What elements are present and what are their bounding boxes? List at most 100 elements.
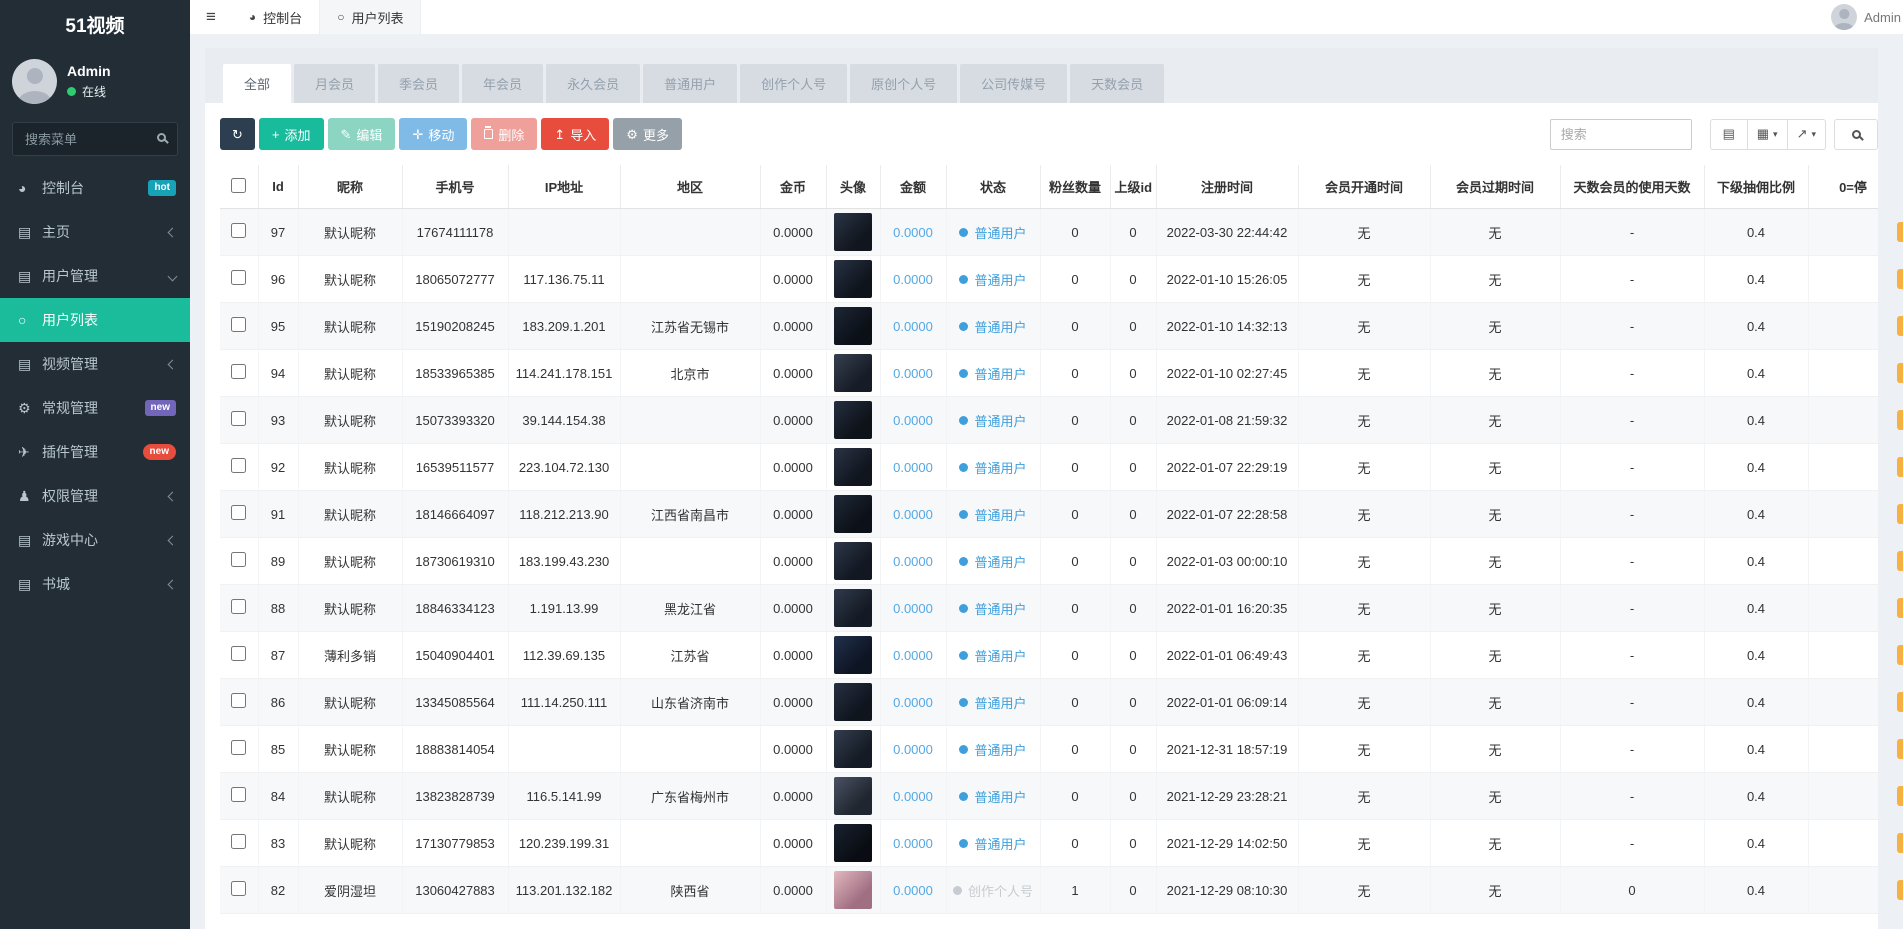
cell-amount-link[interactable]: 0.0000: [893, 742, 933, 757]
select-all-checkbox[interactable]: [231, 177, 247, 193]
move-button[interactable]: ✛ 移动: [399, 118, 468, 150]
topbar-tab[interactable]: ○ 用户列表: [319, 0, 422, 34]
sidebar-item-book-city[interactable]: ▤ 书城: [0, 562, 190, 606]
operate-button-clipped[interactable]: [1897, 551, 1903, 571]
avatar-thumbnail[interactable]: [834, 871, 872, 909]
column-header[interactable]: 会员开通时间: [1298, 165, 1431, 209]
avatar-thumbnail[interactable]: [834, 213, 872, 251]
more-button[interactable]: ⚙ 更多: [613, 118, 682, 150]
column-header[interactable]: 上级id: [1110, 165, 1157, 209]
row-checkbox[interactable]: [231, 411, 247, 426]
search-button[interactable]: [1834, 118, 1878, 150]
table-row[interactable]: 96 默认昵称 18065072777 117.136.75.11 0.0000…: [220, 255, 1878, 303]
filter-tab[interactable]: 天数会员: [1070, 64, 1165, 103]
filter-tab[interactable]: 普通用户: [643, 64, 738, 103]
search-icon[interactable]: [157, 133, 166, 142]
column-header[interactable]: 地区: [620, 165, 761, 209]
operate-button-clipped[interactable]: [1897, 598, 1903, 618]
table-row[interactable]: 95 默认昵称 15190208245 183.209.1.201 江苏省无锡市…: [220, 302, 1878, 350]
operate-button-clipped[interactable]: [1897, 645, 1903, 665]
column-header[interactable]: 下级抽佣比例: [1704, 165, 1809, 209]
sidebar-item-general-management[interactable]: ⚙ 常规管理 new: [0, 386, 190, 430]
sidebar-item-user-list[interactable]: ○ 用户列表: [0, 298, 190, 342]
row-checkbox[interactable]: [231, 881, 247, 896]
column-header[interactable]: 会员过期时间: [1430, 165, 1561, 209]
row-checkbox[interactable]: [231, 787, 247, 802]
refresh-button[interactable]: ↻: [220, 118, 255, 150]
cell-amount-link[interactable]: 0.0000: [893, 554, 933, 569]
operate-button-clipped[interactable]: [1897, 316, 1903, 336]
filter-tab[interactable]: 月会员: [294, 64, 376, 103]
cell-amount-link[interactable]: 0.0000: [893, 507, 933, 522]
avatar-thumbnail[interactable]: [834, 401, 872, 439]
cell-amount-link[interactable]: 0.0000: [893, 272, 933, 287]
filter-tab[interactable]: 全部: [223, 64, 292, 103]
cell-amount-link[interactable]: 0.0000: [893, 366, 933, 381]
table-row[interactable]: 84 默认昵称 13823828739 116.5.141.99 广东省梅州市 …: [220, 772, 1878, 820]
avatar-thumbnail[interactable]: [834, 636, 872, 674]
column-header[interactable]: 注册时间: [1156, 165, 1299, 209]
table-row[interactable]: 88 默认昵称 18846334123 1.191.13.99 黑龙江省 0.0…: [220, 584, 1878, 632]
avatar-thumbnail[interactable]: [834, 448, 872, 486]
table-row[interactable]: 85 默认昵称 18883814054 0.0000 0.0000 普通用户 0…: [220, 725, 1878, 773]
cell-amount-link[interactable]: 0.0000: [893, 789, 933, 804]
sidebar-item-game-center[interactable]: ▤ 游戏中心: [0, 518, 190, 562]
filter-tab[interactable]: 公司传媒号: [960, 64, 1068, 103]
table-row[interactable]: 82 爱阴湿坦 13060427883 113.201.132.182 陕西省 …: [220, 866, 1878, 914]
avatar-thumbnail[interactable]: [834, 683, 872, 721]
avatar-thumbnail[interactable]: [834, 307, 872, 345]
avatar-thumbnail[interactable]: [834, 354, 872, 392]
sidebar-item-permission-management[interactable]: ♟ 权限管理: [0, 474, 190, 518]
operate-button-clipped[interactable]: [1897, 457, 1903, 477]
row-checkbox[interactable]: [231, 505, 247, 520]
operate-button-clipped[interactable]: [1897, 880, 1903, 900]
column-header[interactable]: 昵称: [298, 165, 403, 209]
sidebar-search-input[interactable]: [12, 122, 178, 156]
topbar-tab[interactable]: ◕ 控制台: [232, 0, 319, 34]
operate-button-clipped[interactable]: [1897, 222, 1903, 242]
row-checkbox[interactable]: [231, 693, 247, 708]
table-row[interactable]: 83 默认昵称 17130779853 120.239.199.31 0.000…: [220, 819, 1878, 867]
cell-amount-link[interactable]: 0.0000: [893, 695, 933, 710]
operate-button-clipped[interactable]: [1897, 504, 1903, 524]
operate-button-clipped[interactable]: [1897, 363, 1903, 383]
avatar-thumbnail[interactable]: [834, 589, 872, 627]
sidebar-item-video-management[interactable]: ▤ 视频管理: [0, 342, 190, 386]
sidebar-item-dashboard[interactable]: ◕ 控制台 hot: [0, 166, 190, 210]
avatar-thumbnail[interactable]: [834, 730, 872, 768]
table-row[interactable]: 97 默认昵称 17674111178 0.0000 0.0000 普通用户 0…: [220, 208, 1878, 256]
avatar-thumbnail[interactable]: [834, 542, 872, 580]
column-header[interactable]: 金额: [880, 165, 947, 209]
cell-amount-link[interactable]: 0.0000: [893, 413, 933, 428]
filter-tab[interactable]: 创作个人号: [740, 64, 848, 103]
import-button[interactable]: ↥ 导入: [541, 118, 610, 150]
column-header[interactable]: 头像: [826, 165, 881, 209]
operate-button-clipped[interactable]: [1897, 833, 1903, 853]
row-checkbox[interactable]: [231, 364, 247, 379]
row-checkbox[interactable]: [231, 223, 247, 238]
column-header[interactable]: 金币: [760, 165, 827, 209]
cell-amount-link[interactable]: 0.0000: [893, 460, 933, 475]
table-row[interactable]: 89 默认昵称 18730619310 183.199.43.230 0.000…: [220, 537, 1878, 585]
operate-button-clipped[interactable]: [1897, 739, 1903, 759]
export-button[interactable]: ↗ ▾: [1786, 118, 1826, 150]
avatar-thumbnail[interactable]: [834, 495, 872, 533]
table-row[interactable]: 87 薄利多销 15040904401 112.39.69.135 江苏省 0.…: [220, 631, 1878, 679]
cell-amount-link[interactable]: 0.0000: [893, 319, 933, 334]
avatar-thumbnail[interactable]: [834, 777, 872, 815]
filter-tab[interactable]: 原创个人号: [850, 64, 958, 103]
cell-amount-link[interactable]: 0.0000: [893, 648, 933, 663]
column-header[interactable]: 0=停: [1808, 165, 1878, 209]
table-search-input[interactable]: [1549, 118, 1692, 150]
operate-button-clipped[interactable]: [1897, 692, 1903, 712]
column-header[interactable]: Id: [258, 165, 299, 209]
column-header[interactable]: 天数会员的使用天数: [1560, 165, 1705, 209]
table-row[interactable]: 86 默认昵称 13345085564 111.14.250.111 山东省济南…: [220, 678, 1878, 726]
delete-button[interactable]: 删除: [471, 118, 538, 150]
row-checkbox[interactable]: [231, 646, 247, 661]
column-header[interactable]: 状态: [946, 165, 1041, 209]
operate-button-clipped[interactable]: [1897, 410, 1903, 430]
columns-button[interactable]: ▦ ▾: [1746, 118, 1788, 150]
row-checkbox[interactable]: [231, 740, 247, 755]
column-header[interactable]: 粉丝数量: [1040, 165, 1111, 209]
